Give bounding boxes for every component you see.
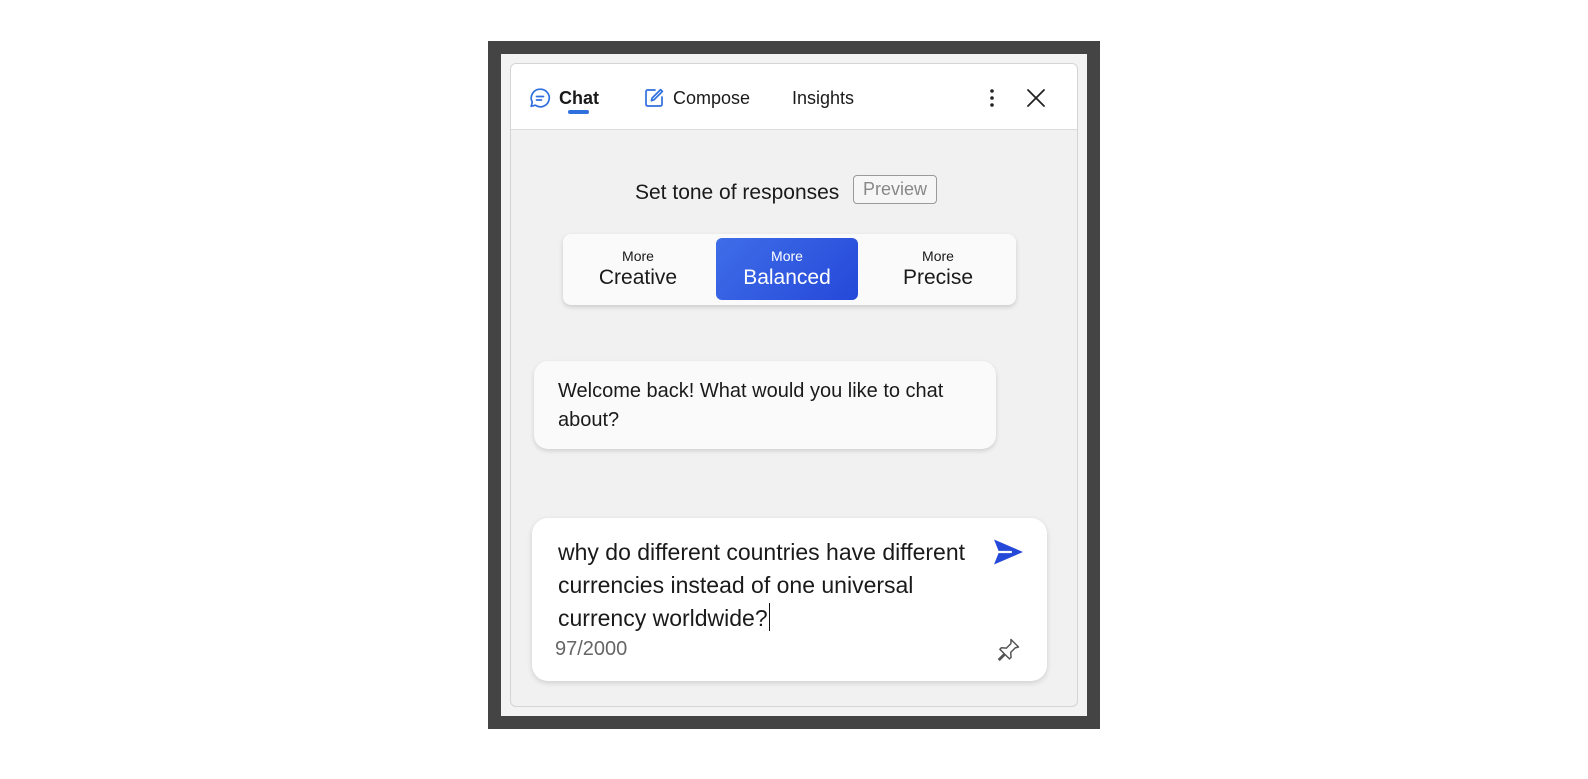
assistant-message: Welcome back! What would you like to cha… [534,361,996,449]
panel-header: Chat Compose Insights [511,64,1077,130]
tab-chat-label: Chat [559,87,599,108]
tone-option-label: Creative [598,266,678,289]
close-button[interactable] [1022,84,1050,112]
more-vertical-icon [990,89,994,107]
tone-header: Set tone of responses Preview [511,175,1077,209]
compose-icon [645,88,664,107]
tone-label: Set tone of responses [635,181,840,204]
send-icon [994,539,1023,565]
tone-option-prefix: More [622,248,654,264]
tone-option-creative[interactable]: More Creative [567,238,709,300]
close-icon [1027,89,1045,107]
tab-insights[interactable]: Insights [792,86,854,110]
tab-insights-label: Insights [792,87,855,108]
text-caret [768,603,771,631]
more-options-button[interactable] [978,84,1006,112]
tone-selector: More Creative More Balanced More Precise [563,234,1016,305]
tone-option-prefix: More [771,248,803,264]
send-button[interactable] [990,534,1026,570]
message-input[interactable]: why do different countries have differen… [558,536,968,635]
character-counter: 97/2000 [555,638,628,660]
tab-chat[interactable]: Chat [529,86,599,110]
message-composer: why do different countries have differen… [532,518,1047,681]
tone-option-prefix: More [922,248,954,264]
copilot-panel: Chat Compose Insights Set tone of respon… [510,63,1078,707]
tone-option-balanced[interactable]: More Balanced [716,238,858,300]
message-input-value: why do different countries have differen… [558,539,966,631]
pin-button[interactable] [994,636,1022,664]
tab-compose-label: Compose [673,87,751,108]
tab-compose[interactable]: Compose [643,86,750,110]
window-content: Chat Compose Insights Set tone of respon… [501,54,1087,716]
pin-icon [997,638,1020,661]
tone-option-label: Precise [902,266,974,289]
chat-bubble-icon [530,88,551,108]
window-frame: Chat Compose Insights Set tone of respon… [488,41,1100,729]
tone-option-label: Balanced [743,266,831,289]
active-tab-indicator [568,110,589,114]
tone-option-precise[interactable]: More Precise [867,238,1009,300]
preview-badge: Preview [853,175,938,204]
